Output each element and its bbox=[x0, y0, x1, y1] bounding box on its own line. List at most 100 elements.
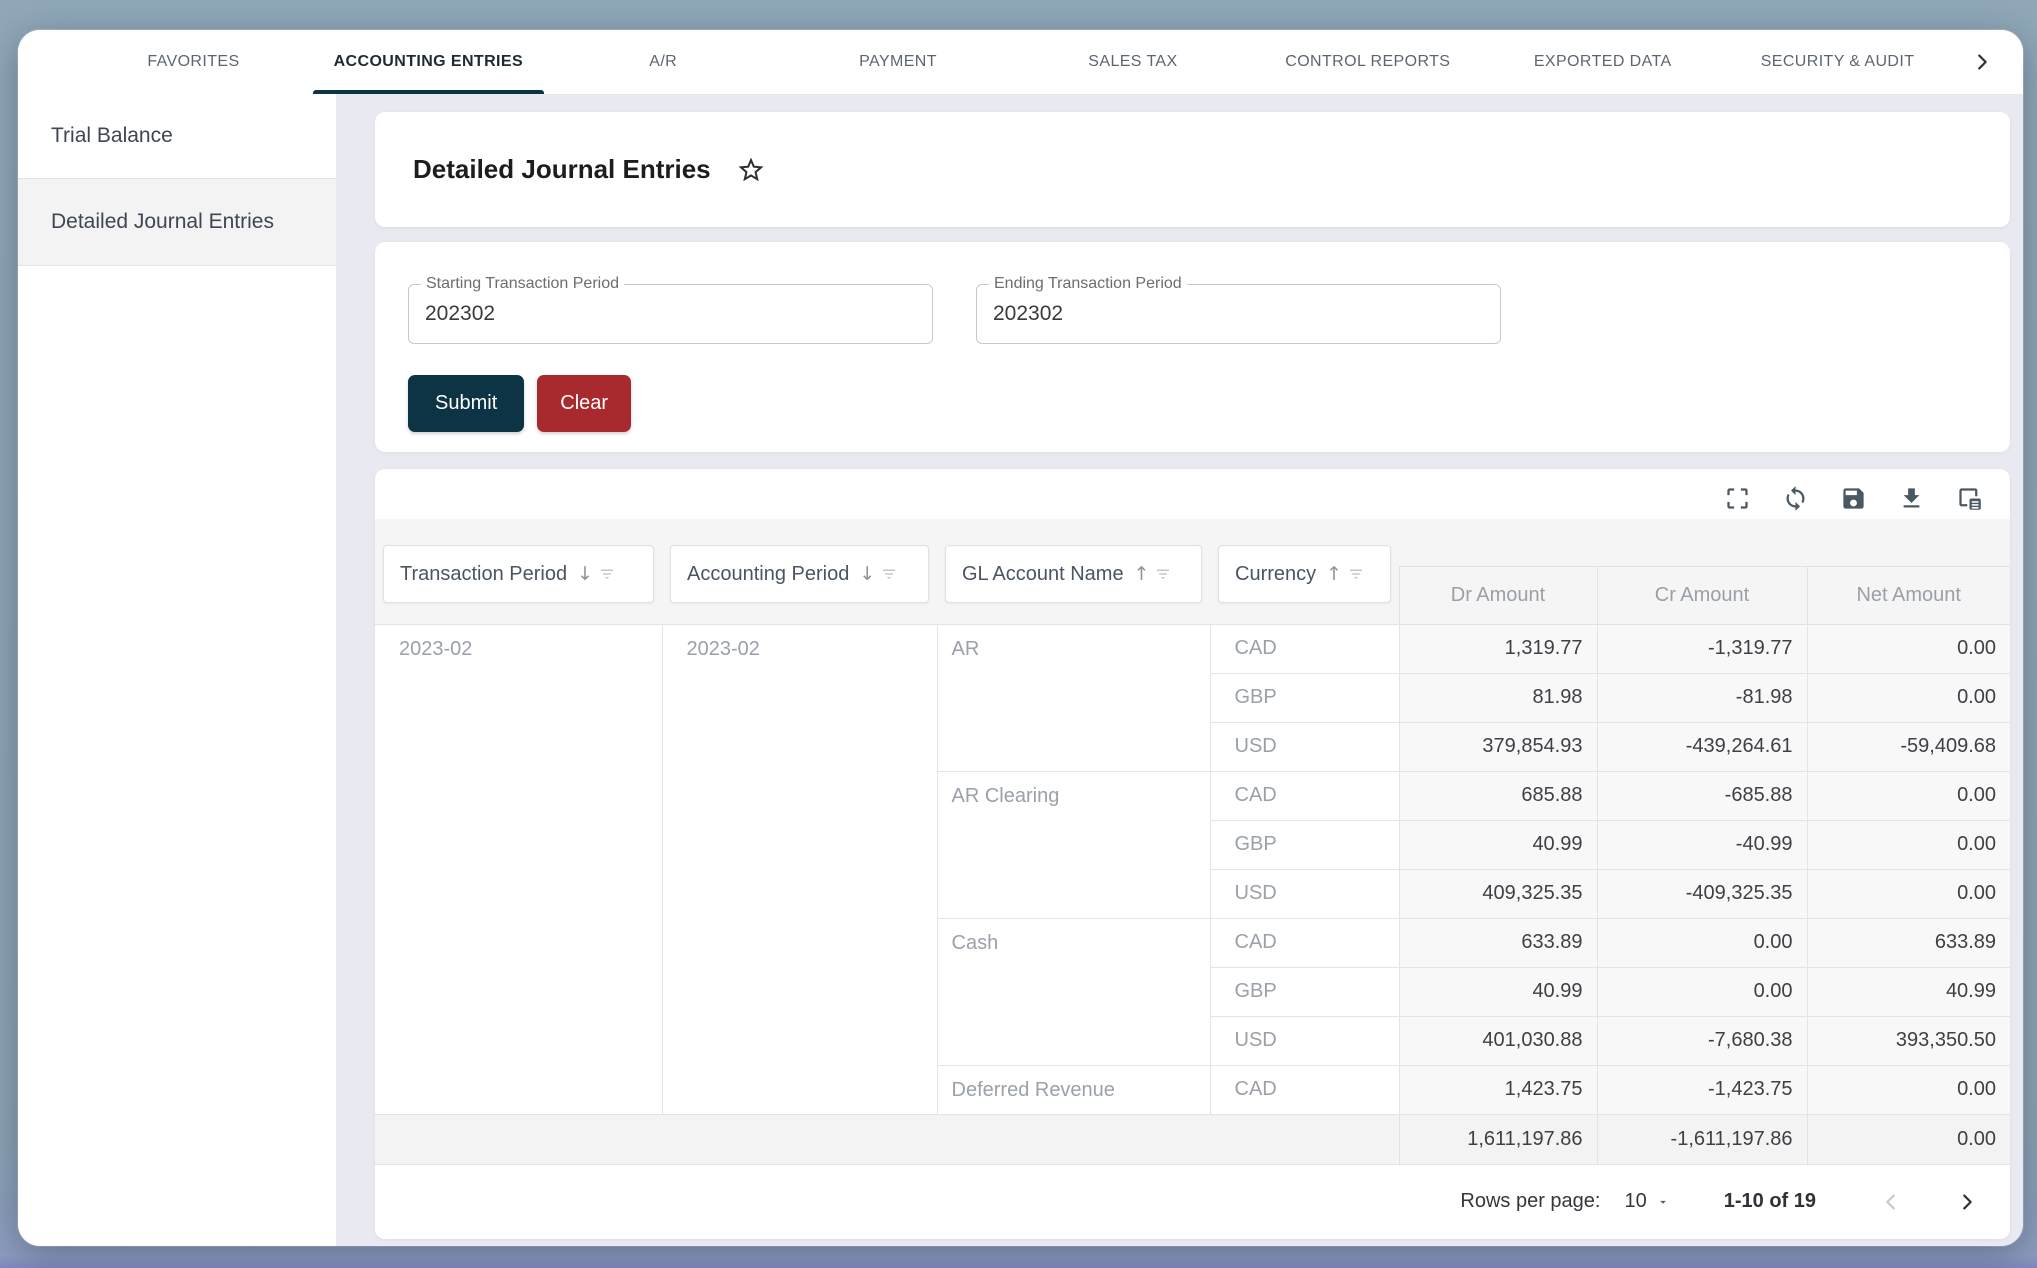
nav-tab-favorites[interactable]: FAVORITES bbox=[76, 30, 311, 94]
save-button[interactable] bbox=[1839, 484, 1867, 512]
report-table-card: Transaction Period ↓ Accounting Period ↓ bbox=[375, 469, 2010, 1239]
nav-tab-a-r[interactable]: A/R bbox=[546, 30, 781, 94]
header-spacer bbox=[1597, 519, 1807, 566]
net-amount-cell: 40.99 bbox=[1807, 967, 2010, 1016]
cr-amount-cell: -1,319.77 bbox=[1597, 624, 1807, 673]
pagination-range: 1-10 of 19 bbox=[1724, 1190, 1816, 1213]
ending-period-field-wrapper: Ending Transaction Period bbox=[976, 284, 1501, 344]
net-amount-cell: 0.00 bbox=[1807, 869, 2010, 918]
sidebar: Trial BalanceDetailed Journal Entries bbox=[18, 94, 336, 1246]
net-amount-cell: 633.89 bbox=[1807, 918, 2010, 967]
chevron-right-icon bbox=[1956, 1191, 1978, 1213]
column-label: Transaction Period bbox=[400, 563, 567, 586]
currency-cell: USD bbox=[1210, 869, 1399, 918]
save-icon bbox=[1840, 485, 1867, 512]
cr-amount-cell: -685.88 bbox=[1597, 771, 1807, 820]
net-amount-cell: 0.00 bbox=[1807, 673, 2010, 722]
filter-icon[interactable] bbox=[1154, 565, 1172, 583]
rows-per-page-select[interactable]: 10 bbox=[1624, 1190, 1669, 1213]
starting-period-label: Starting Transaction Period bbox=[421, 275, 624, 293]
header-spacer bbox=[1399, 519, 1597, 566]
accounting-period-cell: 2023-02 bbox=[662, 624, 937, 1114]
cr-amount-cell: -409,325.35 bbox=[1597, 869, 1807, 918]
nav-tabs: FAVORITESACCOUNTING ENTRIESA/RPAYMENTSAL… bbox=[76, 30, 1955, 94]
chevron-right-icon bbox=[1971, 51, 1993, 73]
sort-chip-gl-account-name[interactable]: GL Account Name ↑ bbox=[945, 545, 1202, 603]
dr-amount-cell: 40.99 bbox=[1399, 820, 1597, 869]
refresh-button[interactable] bbox=[1781, 484, 1809, 512]
filter-card: Starting Transaction Period Ending Trans… bbox=[375, 242, 2010, 452]
main-panel: Detailed Journal Entries Starting Transa… bbox=[336, 94, 2023, 1246]
cr-amount-cell: -81.98 bbox=[1597, 673, 1807, 722]
net-amount-cell: 0.00 bbox=[1807, 820, 2010, 869]
sort-chip-transaction-period[interactable]: Transaction Period ↓ bbox=[383, 545, 654, 603]
sort-arrow-icon[interactable]: ↓ bbox=[577, 563, 593, 585]
star-icon bbox=[736, 155, 766, 185]
sort-arrow-icon[interactable]: ↓ bbox=[859, 563, 875, 585]
ending-period-input[interactable] bbox=[977, 285, 1500, 343]
nav-tab-exported-data[interactable]: EXPORTED DATA bbox=[1485, 30, 1720, 94]
content-area: Trial BalanceDetailed Journal Entries De… bbox=[18, 94, 2023, 1246]
table-view-button[interactable] bbox=[1955, 484, 1983, 512]
journal-table-body: 2023-022023-02ARCAD1,319.77-1,319.770.00… bbox=[375, 624, 2010, 1114]
sort-arrow-icon[interactable]: ↑ bbox=[1134, 563, 1150, 585]
filter-icon[interactable] bbox=[598, 565, 616, 583]
column-header-dr-amount: Dr Amount bbox=[1399, 566, 1597, 624]
cr-amount-cell: 0.00 bbox=[1597, 967, 1807, 1016]
filter-icon[interactable] bbox=[1347, 565, 1365, 583]
dr-amount-cell: 633.89 bbox=[1399, 918, 1597, 967]
sort-chip-currency[interactable]: Currency ↑ bbox=[1218, 545, 1391, 603]
currency-cell: GBP bbox=[1210, 673, 1399, 722]
gl-account-cell: Cash bbox=[937, 918, 1210, 1065]
currency-cell: USD bbox=[1210, 722, 1399, 771]
currency-cell: CAD bbox=[1210, 624, 1399, 673]
cr-amount-cell: -7,680.38 bbox=[1597, 1016, 1807, 1065]
page-title: Detailed Journal Entries bbox=[413, 154, 711, 185]
dr-amount-cell: 1,423.75 bbox=[1399, 1065, 1597, 1114]
table-toolbar bbox=[375, 469, 2010, 519]
column-header-gl-account-name: GL Account Name ↑ bbox=[937, 519, 1210, 624]
ending-period-label: Ending Transaction Period bbox=[989, 275, 1187, 293]
journal-entries-table: Transaction Period ↓ Accounting Period ↓ bbox=[375, 519, 2010, 1165]
nav-tab-control-reports[interactable]: CONTROL REPORTS bbox=[1250, 30, 1485, 94]
cr-amount-cell: 0.00 bbox=[1597, 918, 1807, 967]
total-dr-amount: 1,611,197.86 bbox=[1399, 1114, 1597, 1164]
sort-arrow-icon[interactable]: ↑ bbox=[1326, 563, 1342, 585]
dr-amount-cell: 379,854.93 bbox=[1399, 722, 1597, 771]
transaction-period-cell: 2023-02 bbox=[375, 624, 662, 1114]
table-row: 2023-022023-02ARCAD1,319.77-1,319.770.00 bbox=[375, 624, 2010, 673]
sidebar-item-detailed-journal-entries[interactable]: Detailed Journal Entries bbox=[18, 178, 336, 266]
dr-amount-cell: 685.88 bbox=[1399, 771, 1597, 820]
clear-button[interactable]: Clear bbox=[537, 375, 631, 432]
column-label: Accounting Period bbox=[687, 563, 849, 586]
table-pagination: Rows per page: 10 1-10 of 19 bbox=[375, 1165, 2010, 1240]
total-cr-amount: -1,611,197.86 bbox=[1597, 1114, 1807, 1164]
title-card: Detailed Journal Entries bbox=[375, 112, 2010, 227]
net-amount-cell: 0.00 bbox=[1807, 771, 2010, 820]
dr-amount-cell: 401,030.88 bbox=[1399, 1016, 1597, 1065]
next-page-button[interactable] bbox=[1952, 1187, 1982, 1217]
sort-chip-accounting-period[interactable]: Accounting Period ↓ bbox=[670, 545, 929, 603]
net-amount-cell: 0.00 bbox=[1807, 1065, 2010, 1114]
download-button[interactable] bbox=[1897, 484, 1925, 512]
header-spacer bbox=[1807, 519, 2010, 566]
favorite-button[interactable] bbox=[735, 154, 767, 186]
column-label: Currency bbox=[1235, 563, 1316, 586]
fullscreen-button[interactable] bbox=[1723, 484, 1751, 512]
submit-button[interactable]: Submit bbox=[408, 375, 524, 432]
nav-tab-payment[interactable]: PAYMENT bbox=[781, 30, 1016, 94]
previous-page-button[interactable] bbox=[1876, 1187, 1906, 1217]
sidebar-item-trial-balance[interactable]: Trial Balance bbox=[18, 94, 336, 178]
starting-period-field-wrapper: Starting Transaction Period bbox=[408, 284, 933, 344]
table-view-icon bbox=[1956, 485, 1983, 512]
filter-icon[interactable] bbox=[880, 565, 898, 583]
column-header-transaction-period: Transaction Period ↓ bbox=[375, 519, 662, 624]
nav-tab-sales-tax[interactable]: SALES TAX bbox=[1016, 30, 1251, 94]
currency-cell: USD bbox=[1210, 1016, 1399, 1065]
currency-cell: CAD bbox=[1210, 771, 1399, 820]
nav-tab-security-audit[interactable]: SECURITY & AUDIT bbox=[1720, 30, 1955, 94]
starting-period-input[interactable] bbox=[409, 285, 932, 343]
nav-tab-accounting-entries[interactable]: ACCOUNTING ENTRIES bbox=[311, 30, 546, 94]
dr-amount-cell: 409,325.35 bbox=[1399, 869, 1597, 918]
nav-overflow-button[interactable] bbox=[1955, 30, 2009, 94]
